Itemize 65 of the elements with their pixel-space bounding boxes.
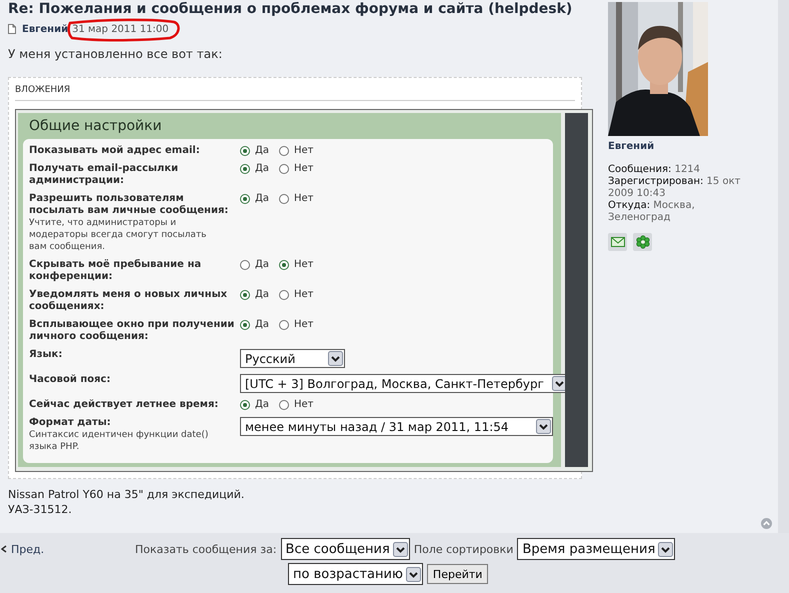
setting-label: Разрешить пользователям посылать вам личные сообщения: bbox=[29, 193, 230, 217]
option-label: Да bbox=[255, 193, 269, 204]
radio-button[interactable] bbox=[240, 290, 250, 300]
sort-field-label: Поле сортировки bbox=[414, 542, 514, 556]
radio-button[interactable] bbox=[278, 164, 289, 174]
post-date: 31 мар 2011 11:00 bbox=[72, 24, 169, 34]
dropdown[interactable]: Время размещения bbox=[517, 538, 676, 560]
option-label: Нет bbox=[294, 163, 314, 174]
option-label: Да bbox=[255, 289, 269, 300]
profile-stat: Откуда: Москва, Зеленоград bbox=[608, 200, 696, 224]
setting-label: Часовой пояс: bbox=[29, 374, 112, 386]
radio-button[interactable] bbox=[240, 260, 250, 270]
go-button[interactable]: Перейти bbox=[426, 564, 488, 584]
back-to-top-icon[interactable] bbox=[761, 518, 772, 529]
radio-button[interactable] bbox=[278, 146, 289, 156]
setting-label: Получать email-рассылки администрации: bbox=[29, 163, 180, 187]
dropdown[interactable]: Русский bbox=[240, 349, 345, 368]
option-label: Да bbox=[255, 399, 269, 410]
setting-label: Сейчас действует летнее время: bbox=[29, 399, 220, 411]
post-text: У меня установленно все вот так: bbox=[8, 47, 224, 61]
radio-button[interactable] bbox=[240, 194, 250, 204]
option-label: Нет bbox=[294, 319, 314, 330]
profile-stat: Сообщения: 1214 bbox=[608, 164, 702, 176]
setting-label: Скрывать моё пребывание на конференции: bbox=[29, 259, 202, 283]
post-author[interactable]: Евгений bbox=[22, 24, 68, 34]
radio-button[interactable] bbox=[240, 400, 250, 410]
radio-button[interactable] bbox=[240, 320, 250, 330]
radio-button[interactable] bbox=[278, 320, 289, 330]
radio-button[interactable] bbox=[240, 146, 250, 156]
show-posts-label: Показать сообщения за: bbox=[135, 542, 277, 556]
option-label: Нет bbox=[294, 193, 314, 204]
setting-label: Всплывающее окно при получении личного сообщения: bbox=[29, 319, 236, 343]
radio-button[interactable] bbox=[278, 260, 289, 270]
radio-button[interactable] bbox=[240, 164, 250, 174]
option-label: Да bbox=[255, 319, 269, 330]
profile-stat: Зарегистрирован: 15 окт 2009 10:43 bbox=[608, 176, 742, 200]
option-label: Нет bbox=[294, 289, 314, 300]
setting-label: Уведомлять меня о новых личных сообщениях: bbox=[29, 289, 228, 313]
profile-name[interactable]: Евгений bbox=[608, 141, 758, 152]
option-label: Да bbox=[255, 163, 269, 174]
dropdown[interactable]: по возрастанию bbox=[288, 563, 423, 585]
signature-line: Nissan Patrol Y60 на 35" для экспедиций. bbox=[8, 487, 246, 502]
radio-button[interactable] bbox=[278, 290, 289, 300]
flower-icon[interactable] bbox=[633, 233, 652, 251]
option-label: Да bbox=[255, 259, 269, 270]
post-title[interactable]: Re: Пожелания и сообщения о проблемах форума и сайта (helpdesk) bbox=[8, 1, 600, 17]
radio-button[interactable] bbox=[278, 194, 289, 204]
option-label: Нет bbox=[294, 399, 314, 410]
document-icon bbox=[8, 24, 16, 34]
setting-label: Язык: bbox=[29, 349, 64, 361]
radio-button[interactable] bbox=[278, 400, 289, 410]
dropdown[interactable]: Все сообщения bbox=[280, 538, 410, 560]
signature-line: УАЗ-31512. bbox=[8, 502, 73, 517]
setting-hint: Учтите, что администраторы и модераторы всегда смогут посылать вам сообщения. bbox=[29, 217, 208, 253]
previous-link[interactable]: Пред. bbox=[11, 542, 44, 556]
option-label: Да bbox=[255, 145, 269, 156]
option-label: Нет bbox=[294, 145, 314, 156]
panel-title: Общие настройки bbox=[28, 117, 163, 136]
setting-label: Формат даты: bbox=[29, 417, 112, 429]
envelope-icon[interactable] bbox=[608, 233, 627, 251]
setting-hint: Синтаксис идентичен функции date() языка PHP. bbox=[29, 429, 210, 453]
attachment-heading: ВЛОЖЕНИЯ bbox=[15, 85, 575, 101]
setting-label: Показывать мой адрес email: bbox=[29, 145, 201, 157]
option-label: Нет bbox=[294, 259, 314, 270]
dropdown[interactable]: менее минуты назад / 31 мар 2011, 11:54 bbox=[240, 417, 553, 436]
